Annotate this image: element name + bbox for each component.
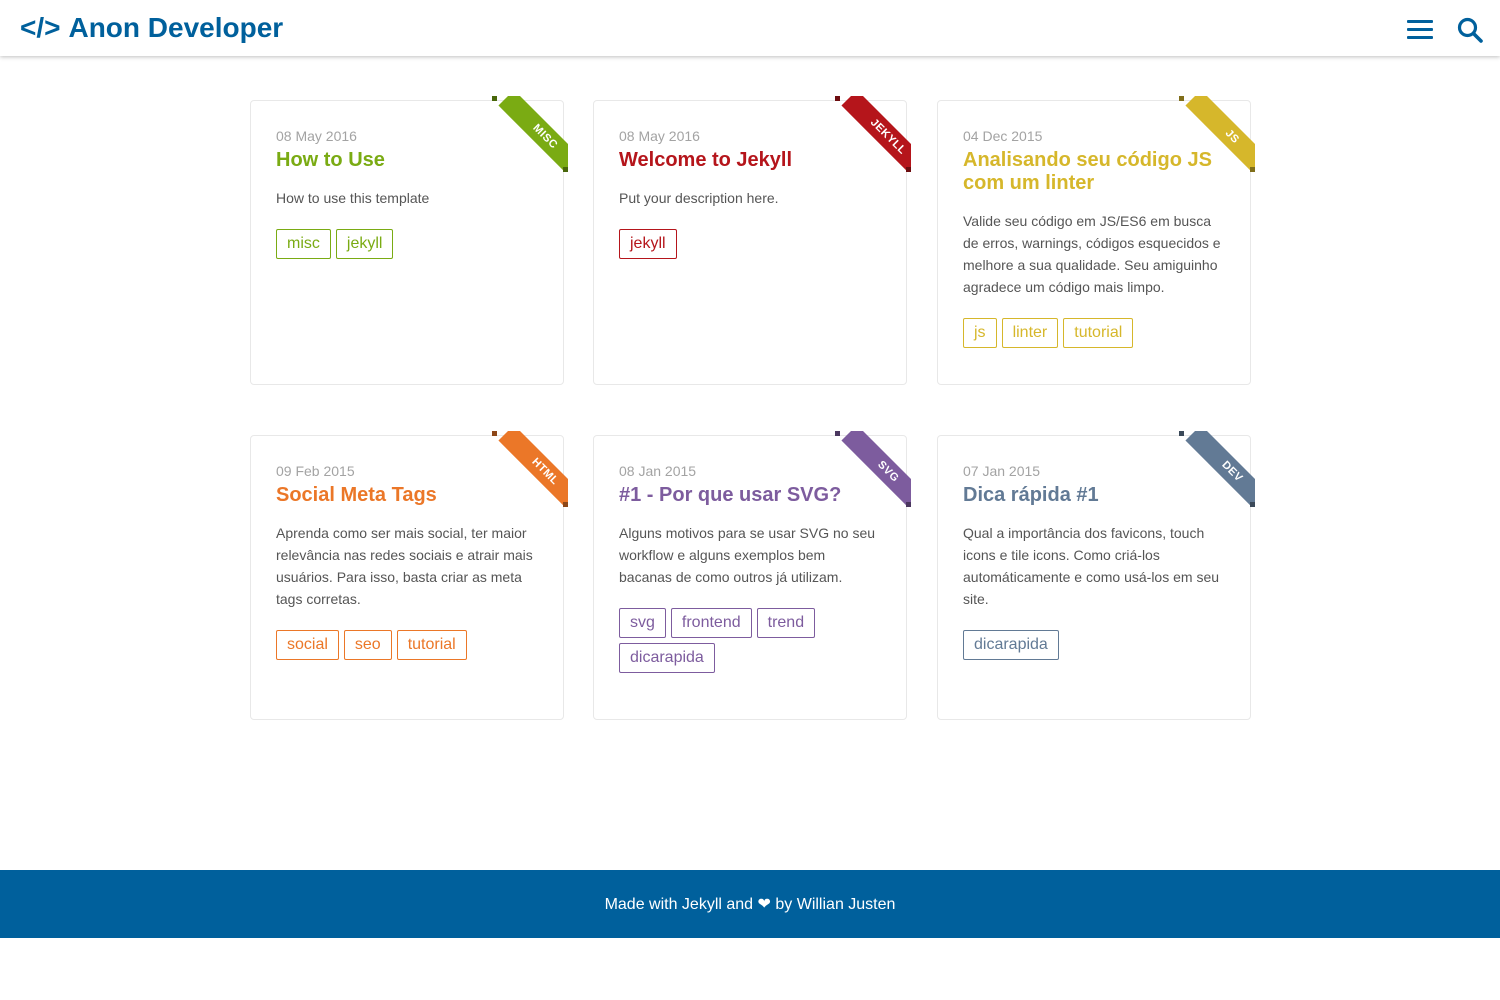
ribbon-fold	[1250, 167, 1255, 172]
ribbon-fold	[1179, 431, 1184, 436]
footer-credits: Made with Jekyll and ❤ by Willian Justen	[604, 896, 896, 913]
post-date: 08 Jan 2015	[619, 463, 697, 479]
tag-list: social seo tutorial	[276, 630, 541, 660]
post-title[interactable]: How to Use	[276, 149, 536, 172]
post-description: How to use this template	[276, 190, 430, 206]
tag[interactable]: linter	[1001, 318, 1059, 348]
post-title[interactable]: #1 - Por que usar SVG?	[619, 484, 879, 507]
ribbon-fold	[1250, 502, 1255, 507]
tag[interactable]: jekyll	[619, 229, 677, 259]
post-card[interactable]: MISC 08 May 2016 How to Use How to use t…	[250, 96, 568, 385]
post-title[interactable]: Welcome to Jekyll	[619, 149, 879, 172]
post-description: Put your description here.	[619, 190, 779, 206]
tag-list: dicarapida	[963, 630, 1228, 660]
tag[interactable]: dicarapida	[963, 630, 1059, 660]
post-title[interactable]: Dica rápida #1	[963, 484, 1223, 507]
tag[interactable]: dicarapida	[619, 643, 715, 673]
tag-list: misc jekyll	[276, 229, 541, 259]
site-header: </> Anon Developer	[0, 0, 1500, 56]
post-date: 07 Jan 2015	[963, 463, 1041, 479]
post-date: 08 May 2016	[619, 128, 700, 144]
tag[interactable]: js	[963, 318, 997, 348]
post-description: Valide seu código em JS/ES6 em busca de …	[963, 213, 1221, 295]
hamburger-menu-icon[interactable]	[1405, 17, 1435, 43]
ribbon-fold	[563, 167, 568, 172]
tag[interactable]: social	[276, 630, 339, 660]
ribbon-fold	[1179, 96, 1184, 101]
post-card[interactable]: SVG 08 Jan 2015 #1 - Por que usar SVG? A…	[593, 431, 911, 720]
post-title[interactable]: Social Meta Tags	[276, 484, 536, 507]
ribbon-fold	[492, 96, 497, 101]
site-title: Anon Developer	[68, 12, 284, 43]
post-card[interactable]: DEV 07 Jan 2015 Dica rápida #1 Qual a im…	[937, 431, 1255, 720]
tag[interactable]: frontend	[670, 608, 752, 638]
post-title[interactable]: Analisando seu código JS com um linter	[963, 149, 1223, 195]
post-card[interactable]: JEKYLL 08 May 2016 Welcome to Jekyll Put…	[593, 96, 911, 385]
ribbon-fold	[835, 96, 840, 101]
tag-list: svg frontend trend dicarapida	[619, 608, 884, 673]
site-logo[interactable]: </> Anon Developer	[20, 12, 283, 44]
tag[interactable]: jekyll	[335, 229, 394, 259]
post-card[interactable]: JS 04 Dec 2015 Analisando seu código JS …	[937, 96, 1255, 385]
tag[interactable]: trend	[756, 608, 816, 638]
post-card[interactable]: HTML 09 Feb 2015 Social Meta Tags Aprend…	[250, 431, 568, 720]
search-icon[interactable]	[1456, 16, 1484, 44]
tag[interactable]: svg	[619, 608, 666, 638]
tag[interactable]: tutorial	[396, 630, 467, 660]
site-footer: Made with Jekyll and ❤ by Willian Justen	[0, 870, 1500, 938]
post-description: Aprenda como ser mais social, ter maior …	[276, 525, 533, 607]
ribbon-fold	[563, 502, 568, 507]
ribbon-fold	[906, 167, 911, 172]
post-description: Qual a importância dos favicons, touch i…	[963, 525, 1220, 607]
post-date: 08 May 2016	[276, 128, 357, 144]
post-description: Alguns motivos para se usar SVG no seu w…	[619, 525, 876, 585]
tag-list: jekyll	[619, 229, 884, 259]
post-date: 04 Dec 2015	[963, 128, 1043, 144]
tag[interactable]: seo	[343, 630, 392, 660]
ribbon-fold	[906, 502, 911, 507]
tag[interactable]: tutorial	[1063, 318, 1134, 348]
post-date: 09 Feb 2015	[276, 463, 355, 479]
ribbon-fold	[835, 431, 840, 436]
tag-list: js linter tutorial	[963, 318, 1228, 348]
ribbon-fold	[492, 431, 497, 436]
code-icon: </>	[20, 12, 61, 43]
tag[interactable]: misc	[276, 229, 331, 259]
